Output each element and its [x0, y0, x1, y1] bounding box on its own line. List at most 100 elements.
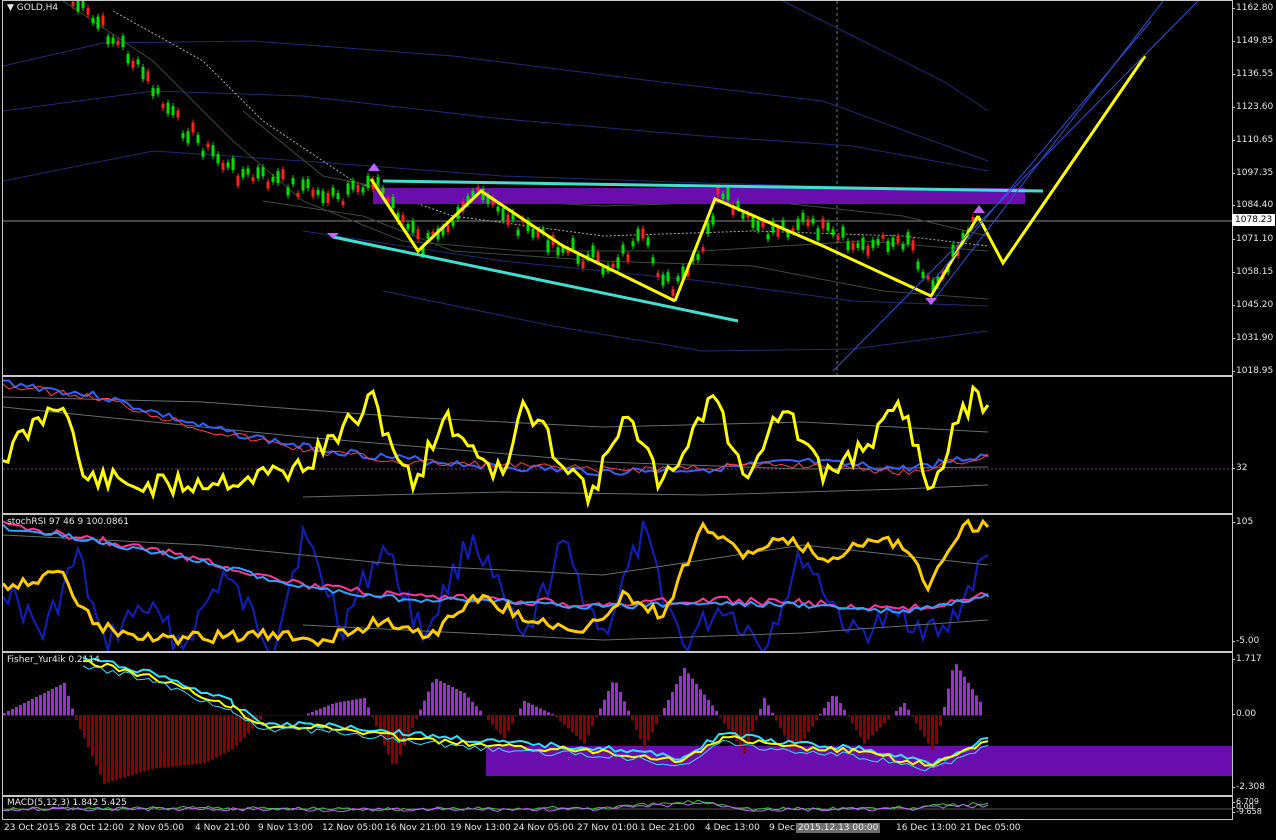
fisher-histogram-bar	[923, 715, 926, 737]
candle-body	[261, 167, 265, 177]
candle-body	[896, 235, 900, 243]
time-label: 28 Oct 12:00	[65, 823, 124, 833]
candle-body	[601, 266, 605, 275]
fisher-histogram-bar	[695, 684, 698, 716]
fisher-histogram-bar	[195, 715, 198, 765]
fisher-pane[interactable]: Fisher_Yur4ik 0.2114	[2, 652, 1233, 796]
candle-body	[326, 193, 330, 204]
fisher-histogram-bar	[623, 701, 626, 716]
fisher-histogram-bar	[703, 694, 706, 716]
fisher-histogram-bar	[651, 715, 654, 733]
candle-body	[356, 184, 360, 192]
candle-body	[176, 110, 180, 118]
fisher-histogram-bar	[663, 708, 666, 716]
stochrsi-tick: -5.00	[1231, 636, 1260, 646]
envelope-line	[382, 290, 989, 352]
fisher-histogram-bar	[567, 715, 570, 729]
candle-body	[361, 187, 365, 193]
fisher-histogram-bar	[63, 683, 66, 716]
fisher-histogram-bar	[135, 715, 138, 774]
dropdown-icon[interactable]: ▼	[7, 3, 14, 13]
fisher-histogram-bar	[843, 709, 846, 716]
fisher-histogram-bar	[291, 715, 294, 716]
fisher-label: Fisher_Yur4ik 0.2114	[7, 655, 100, 665]
fisher-histogram-bar	[359, 698, 362, 716]
candle-body	[126, 54, 130, 64]
stochrsi-pane[interactable]: stochRSI 97 46 9 100.0861	[2, 514, 1233, 652]
candle-body	[296, 192, 300, 197]
time-label: 23 Oct 2015	[4, 823, 60, 833]
macd-axis: 6.709 0.00 -9.658	[1232, 796, 1276, 818]
fisher-histogram-bar	[431, 682, 434, 716]
candle-body	[406, 223, 410, 229]
candle-body	[866, 245, 870, 256]
candle-body	[276, 170, 280, 183]
fisher-histogram-bar	[883, 715, 886, 724]
fisher-histogram-bar	[319, 708, 322, 716]
fisher-histogram-bar	[19, 705, 22, 716]
fisher-histogram-bar	[627, 710, 630, 716]
fisher-histogram-bar	[231, 715, 234, 750]
fisher-histogram-bar	[931, 715, 934, 751]
time-label: 2 Nov 05:00	[129, 823, 184, 833]
price-chart-pane[interactable]: ▼ GOLD,H4	[2, 0, 1233, 376]
time-label: 21 Dec 05:00	[960, 823, 1021, 833]
fisher-histogram-bar	[943, 707, 946, 716]
candle-body	[346, 183, 350, 195]
fisher-histogram-bar	[179, 715, 182, 766]
candle-body	[656, 272, 660, 277]
price-tick: 1149.85	[1231, 36, 1274, 46]
fisher-axis: 1.717 0.00 -2.308	[1231, 652, 1276, 794]
price-tick: 1136.55	[1231, 69, 1274, 79]
candle-body	[556, 247, 560, 256]
fisher-histogram-bar	[871, 715, 874, 736]
time-label: 4 Nov 21:00	[195, 823, 250, 833]
fisher-histogram-bar	[351, 700, 354, 716]
candle-body	[426, 232, 430, 239]
band-line	[3, 534, 989, 576]
fisher-histogram-bar	[311, 711, 314, 716]
indicator-pane-1[interactable]	[2, 376, 1233, 514]
candle-body	[576, 254, 580, 264]
stochrsi-canvas	[3, 518, 990, 651]
fisher-histogram-bar	[155, 715, 158, 769]
fisher-histogram-bar	[519, 708, 522, 716]
fisher-histogram-bar	[635, 715, 638, 730]
fisher-histogram-bar	[43, 693, 46, 716]
indicator-1-tick: 32	[1231, 463, 1248, 473]
candle-body	[116, 40, 120, 45]
fisher-histogram-bar	[223, 715, 226, 754]
fisher-histogram-bar	[975, 695, 978, 716]
stochrsi-label: stochRSI 97 46 9 100.0861	[7, 517, 130, 527]
macd-pane[interactable]: MACD(5,12,3) 1.842 5.425	[2, 796, 1233, 820]
candle-body	[286, 187, 290, 196]
fisher-histogram-bar	[679, 676, 682, 716]
candle-body	[846, 241, 850, 251]
time-label: 1 Dec 21:00	[640, 823, 695, 833]
fisher-histogram-bar	[667, 700, 670, 716]
price-tick: 1018.95	[1231, 366, 1274, 376]
fisher-histogram-bar	[219, 715, 222, 756]
fisher-histogram-bar	[915, 715, 918, 724]
stochrsi-fast	[3, 520, 989, 651]
fisher-histogram-bar	[299, 715, 302, 716]
fisher-histogram-bar	[835, 696, 838, 716]
fisher-histogram-bar	[371, 715, 374, 718]
candle-body	[91, 17, 95, 23]
fisher-histogram-bar	[563, 715, 566, 725]
fisher-histogram-bar	[615, 682, 618, 716]
fisher-histogram-bar	[875, 715, 878, 732]
fisher-histogram-bar	[7, 711, 10, 716]
candle-body	[211, 145, 215, 157]
projection-path	[976, 55, 1147, 266]
candle-body	[376, 176, 380, 185]
candle-body	[411, 220, 415, 233]
candle-body	[171, 106, 175, 116]
fisher-histogram-bar	[699, 689, 702, 716]
fisher-histogram-bar	[495, 715, 498, 730]
candle-body	[451, 220, 455, 226]
price-tick: 1084.40	[1231, 200, 1274, 210]
fisher-histogram-bar	[543, 710, 546, 716]
fisher-histogram-bar	[487, 715, 490, 721]
candle-body	[871, 239, 875, 248]
